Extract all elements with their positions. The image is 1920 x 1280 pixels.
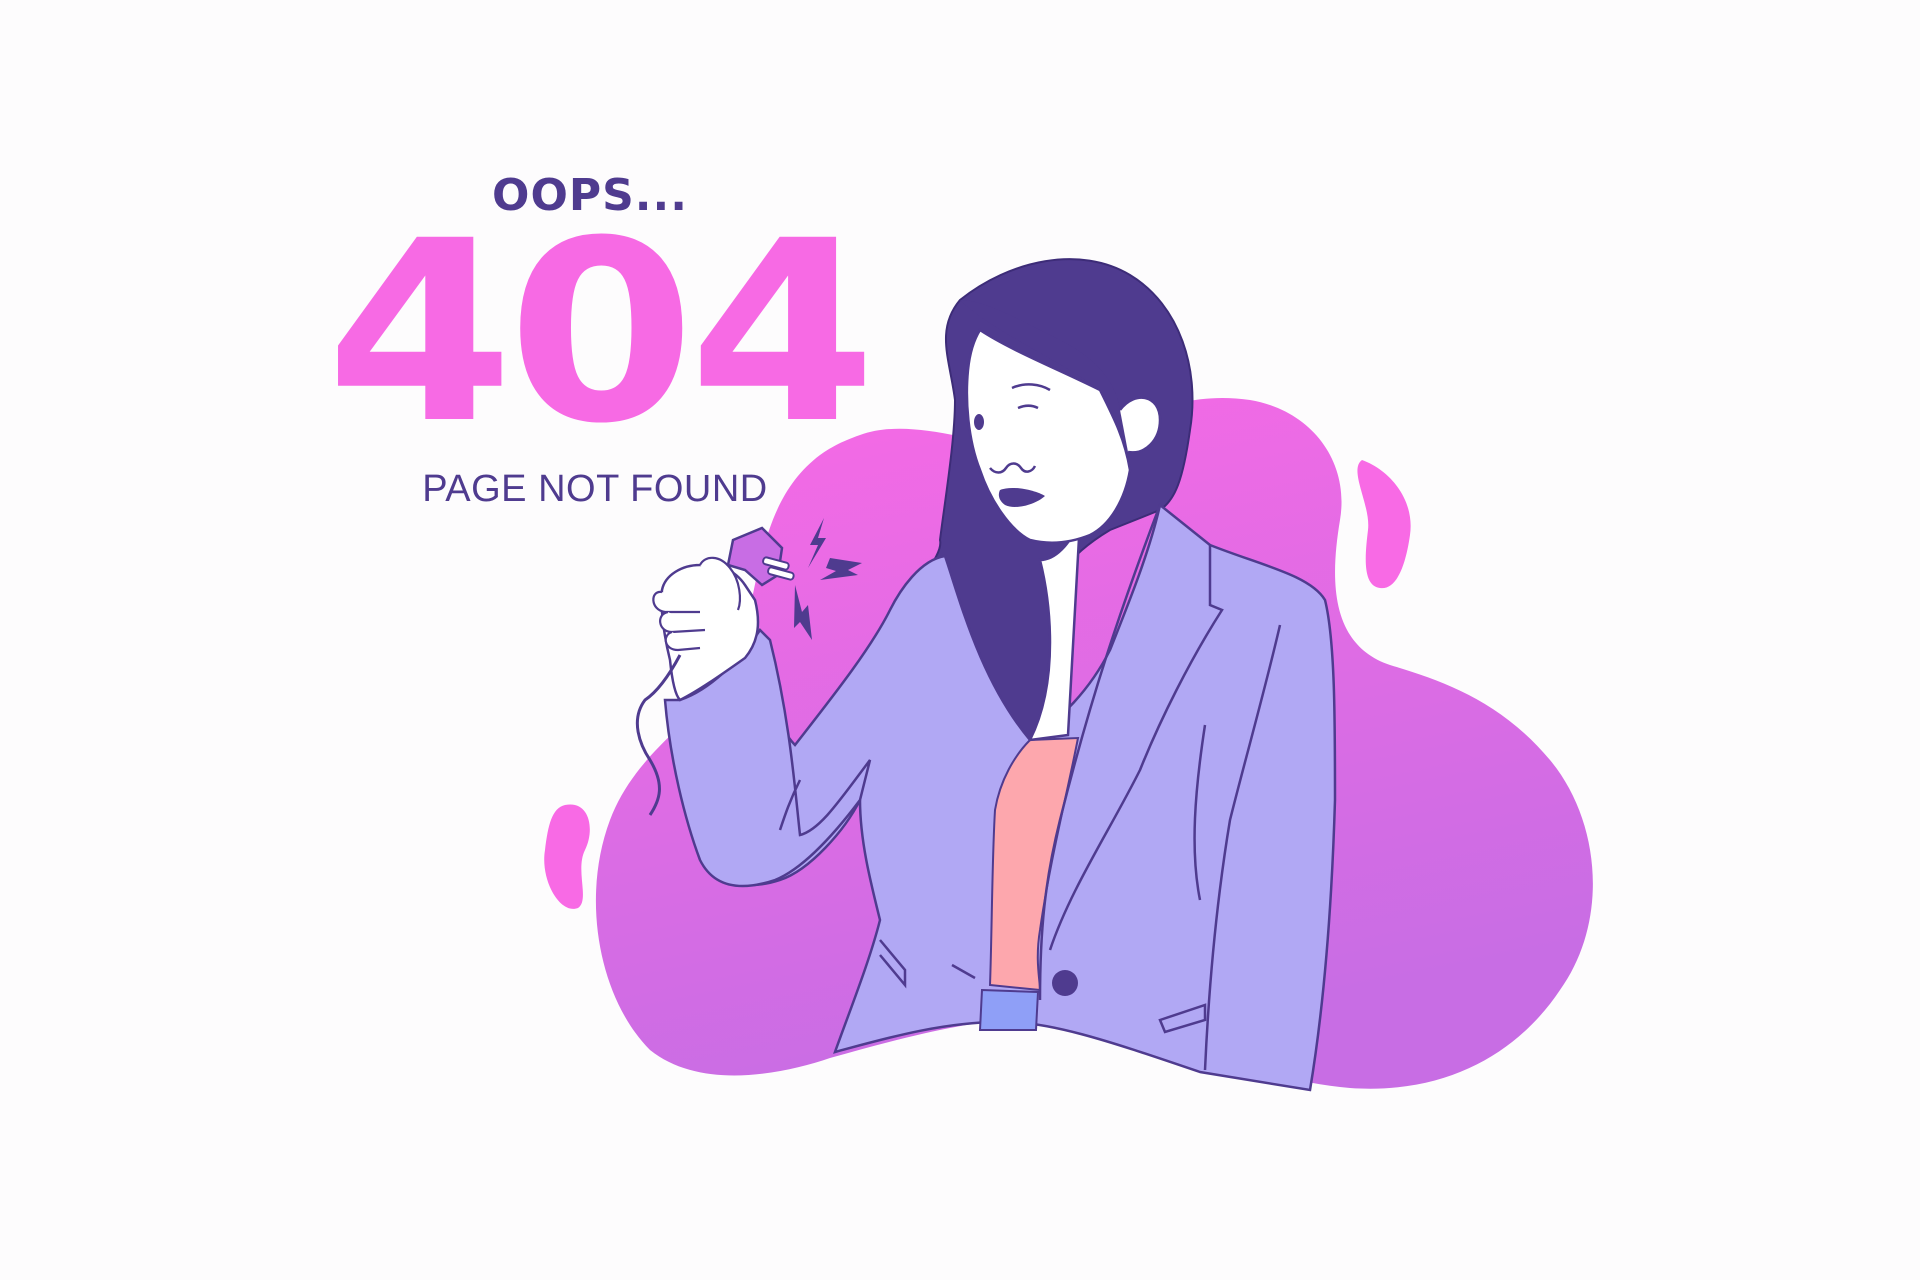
not-found-page: OOPS... 404 PAGE NOT FOUND — [0, 0, 1920, 1280]
eye-left — [974, 414, 984, 430]
small-blob-right — [1357, 460, 1411, 589]
woman-holding-unplugged-cable-illustration — [544, 258, 1593, 1092]
small-blob-left — [544, 804, 590, 909]
error-code: 404 — [325, 187, 877, 478]
jeans-peek — [978, 988, 1040, 1031]
page-not-found-text: PAGE NOT FOUND — [422, 468, 768, 510]
jacket-button — [1052, 970, 1078, 996]
